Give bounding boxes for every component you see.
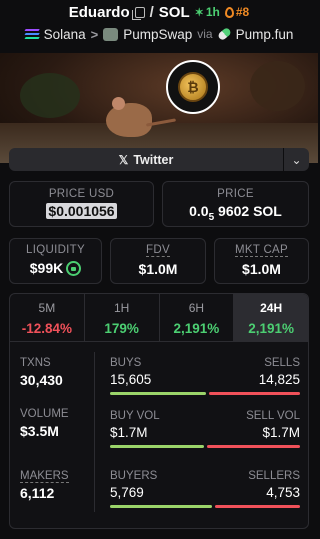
market-cap-card: MKT CAP $1.0M bbox=[214, 238, 309, 284]
mouse-illustration bbox=[106, 97, 152, 137]
tab-label: 1H bbox=[113, 301, 130, 315]
stats-panel: 5M -12.84% 1H 179% 6H 2,191% 24H 2,191% … bbox=[9, 293, 309, 529]
sell-volume-value: $1.7M bbox=[262, 425, 300, 440]
txns-label: TXNS bbox=[20, 357, 51, 369]
liquidity-card: LIQUIDITY $99K bbox=[9, 238, 102, 284]
tab-5m[interactable]: 5M -12.84% bbox=[10, 294, 85, 341]
coin-icon: ₿ bbox=[178, 72, 208, 102]
tab-change: 2,191% bbox=[248, 321, 295, 336]
solana-icon bbox=[23, 28, 40, 40]
column-divider bbox=[94, 352, 95, 512]
x-logo-icon: 𝕏 bbox=[118, 152, 129, 167]
pair-age-badge: ✶ 1h bbox=[195, 5, 220, 19]
buyers-value: 5,769 bbox=[110, 485, 144, 500]
breadcrumb-dex[interactable]: PumpSwap bbox=[123, 27, 192, 42]
buys-bar bbox=[110, 392, 206, 395]
flame-icon bbox=[224, 6, 234, 18]
fdv-value: $1.0M bbox=[138, 261, 178, 277]
trending-rank-badge[interactable]: #8 bbox=[224, 5, 250, 19]
buy-volume-value: $1.7M bbox=[110, 425, 148, 440]
sprout-icon: ✶ bbox=[194, 6, 204, 19]
price-usd-value: $0.001056 bbox=[46, 203, 117, 219]
quote-token: SOL bbox=[158, 3, 190, 21]
sellers-bar bbox=[215, 505, 300, 508]
price-native-digits: 9602 SOL bbox=[218, 203, 282, 219]
twitter-button[interactable]: 𝕏 Twitter bbox=[9, 148, 283, 171]
volume-split-row: BUY VOL SELL VOL $1.7M $1.7M bbox=[110, 410, 300, 448]
chevron-down-icon[interactable]: ⌄ bbox=[283, 148, 309, 171]
fdv-label[interactable]: FDV bbox=[146, 244, 170, 257]
txns-value: 30,430 bbox=[20, 372, 63, 388]
volume-label: VOLUME bbox=[20, 408, 69, 420]
fdv-card: FDV $1.0M bbox=[110, 238, 206, 284]
buyers-bar bbox=[110, 505, 212, 508]
buys-label: BUYS bbox=[110, 357, 142, 369]
copy-icon[interactable] bbox=[131, 6, 145, 20]
tab-label: 24H bbox=[260, 301, 283, 315]
token-title-row: Eduardo / SOL ✶ 1h #8 bbox=[0, 0, 318, 22]
tab-label: 6H bbox=[188, 301, 205, 315]
buy-volume-label: BUY VOL bbox=[110, 410, 160, 422]
token-banner-image bbox=[0, 53, 318, 163]
breadcrumb-launchpad[interactable]: Pump.fun bbox=[236, 27, 294, 42]
sellers-value: 4,753 bbox=[266, 485, 300, 500]
tab-change: 2,191% bbox=[173, 321, 220, 336]
volume-value: $3.5M bbox=[20, 423, 59, 439]
tab-change: -12.84% bbox=[21, 321, 73, 336]
txns-stat: TXNS 30,430 bbox=[20, 357, 63, 388]
market-cap-value: $1.0M bbox=[242, 261, 281, 277]
sells-value: 14,825 bbox=[258, 372, 300, 387]
sellers-label: SELLERS bbox=[248, 470, 300, 482]
token-header: Eduardo / SOL ✶ 1h #8 Solana > PumpSwap … bbox=[0, 0, 318, 52]
makers-label[interactable]: MAKERS bbox=[20, 470, 69, 483]
price-native-value: 0.05 9602 SOL bbox=[163, 203, 308, 223]
trending-rank: #8 bbox=[235, 5, 250, 19]
pair-separator: / bbox=[149, 3, 154, 21]
breadcrumb: Solana > PumpSwap via Pump.fun bbox=[0, 22, 318, 46]
tab-24h[interactable]: 24H 2,191% bbox=[234, 294, 308, 341]
price-native-label: PRICE bbox=[217, 188, 254, 200]
makers-stat: MAKERS 6,112 bbox=[20, 470, 69, 501]
liquidity-label: LIQUIDITY bbox=[26, 244, 85, 256]
price-usd-label: PRICE USD bbox=[48, 188, 115, 200]
price-native-prefix: 0.0 bbox=[189, 203, 209, 219]
liquidity-value: $99K bbox=[29, 260, 64, 276]
chevron-right-icon: > bbox=[90, 26, 99, 42]
buy-volume-bar bbox=[110, 445, 204, 448]
sell-volume-bar bbox=[207, 445, 300, 448]
sells-bar bbox=[209, 392, 300, 395]
token-logo: ₿ bbox=[166, 60, 220, 114]
token-name: Eduardo bbox=[68, 3, 130, 21]
buys-value: 15,605 bbox=[110, 372, 152, 387]
banner-foliage bbox=[20, 73, 80, 118]
pair-age: 1h bbox=[205, 5, 220, 19]
banner-foliage bbox=[250, 61, 305, 111]
buyers-label: BUYERS bbox=[110, 470, 158, 482]
volume-ratio-bar bbox=[110, 445, 300, 448]
buys-sells-row: BUYS SELLS 15,605 14,825 bbox=[110, 357, 300, 395]
market-cap-label[interactable]: MKT CAP bbox=[234, 244, 288, 257]
via-label: via bbox=[197, 27, 213, 41]
sells-label: SELLS bbox=[264, 357, 300, 369]
makers-value: 6,112 bbox=[20, 485, 55, 501]
pumpfun-icon bbox=[216, 26, 232, 42]
price-usd-card: PRICE USD $0.001056 bbox=[9, 181, 154, 227]
pumpswap-icon bbox=[103, 27, 119, 41]
price-native-zero-count: 5 bbox=[208, 211, 215, 223]
tab-1h[interactable]: 1H 179% bbox=[85, 294, 160, 341]
buys-sells-ratio-bar bbox=[110, 392, 300, 395]
volume-stat: VOLUME $3.5M bbox=[20, 408, 69, 439]
buyers-sellers-row: BUYERS SELLERS 5,769 4,753 bbox=[110, 470, 300, 508]
tab-6h[interactable]: 6H 2,191% bbox=[160, 294, 235, 341]
social-links-bar: 𝕏 Twitter ⌄ bbox=[9, 148, 309, 171]
buyers-ratio-bar bbox=[110, 505, 300, 508]
price-native-card: PRICE 0.05 9602 SOL bbox=[162, 181, 309, 227]
breadcrumb-chain[interactable]: Solana bbox=[44, 27, 86, 42]
sell-volume-label: SELL VOL bbox=[246, 410, 300, 422]
lock-icon[interactable] bbox=[66, 261, 82, 276]
tab-label: 5M bbox=[38, 301, 56, 315]
twitter-label: Twitter bbox=[133, 152, 174, 167]
timeframe-tabs: 5M -12.84% 1H 179% 6H 2,191% 24H 2,191% bbox=[10, 294, 308, 342]
tab-change: 179% bbox=[104, 321, 139, 336]
